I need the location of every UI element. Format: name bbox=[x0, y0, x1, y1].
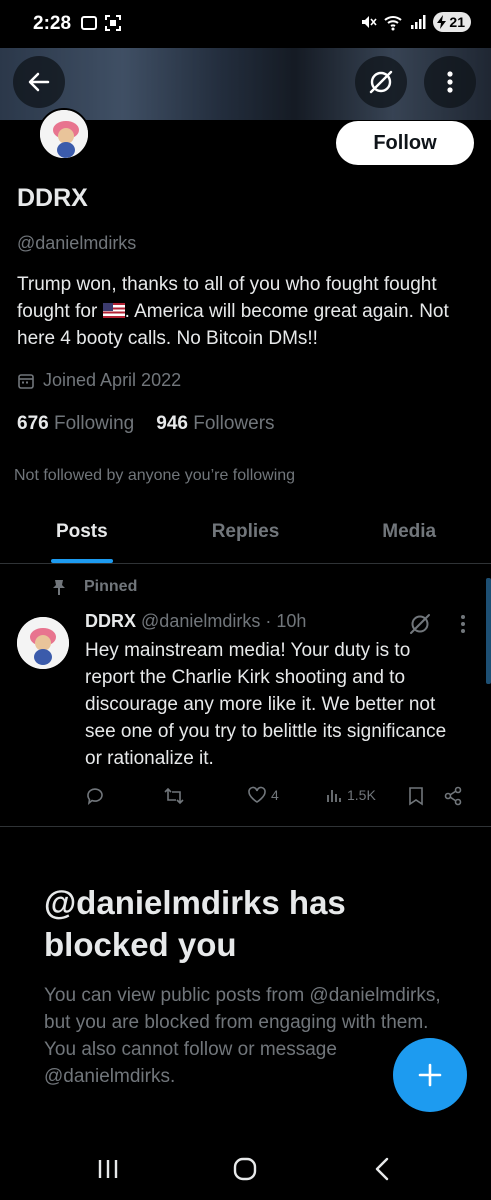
like-button[interactable]: 4 bbox=[247, 786, 279, 804]
chevron-left-icon bbox=[375, 1157, 389, 1181]
pin-icon bbox=[53, 580, 65, 595]
pinned-label: Pinned bbox=[84, 578, 138, 595]
status-time: 2:28 bbox=[33, 13, 72, 34]
post-text[interactable]: Hey mainstream media! Your duty is to re… bbox=[85, 637, 455, 772]
post-time: · 10h bbox=[265, 611, 307, 631]
avatar-character-image bbox=[17, 617, 69, 669]
home-icon bbox=[233, 1157, 257, 1181]
post-avatar[interactable] bbox=[17, 617, 69, 669]
system-nav-bar bbox=[0, 1136, 491, 1200]
tab-posts[interactable]: Posts bbox=[0, 500, 164, 563]
followers-label: Followers bbox=[193, 413, 275, 434]
follow-stats: 676 Following 946 Followers bbox=[17, 413, 275, 435]
followers-link[interactable]: 946 Followers bbox=[156, 413, 274, 435]
joined-label: Joined April 2022 bbox=[43, 370, 182, 390]
profile-name: DDRX bbox=[17, 184, 88, 212]
screenshot-notification-icon bbox=[105, 15, 121, 31]
profile-bio: Trump won, thanks to all of you who foug… bbox=[17, 271, 477, 352]
status-right-icons: 21 bbox=[359, 12, 471, 32]
share-button[interactable] bbox=[443, 786, 463, 806]
view-count: 1.5K bbox=[347, 787, 376, 803]
tab-replies[interactable]: Replies bbox=[164, 500, 328, 563]
scrollbar-thumb[interactable] bbox=[486, 578, 491, 684]
share-icon bbox=[444, 786, 462, 806]
nav-back-button[interactable] bbox=[362, 1154, 402, 1184]
post-author-handle: @danielmdirks bbox=[141, 611, 261, 631]
reply-icon bbox=[87, 788, 103, 805]
repost-icon bbox=[164, 787, 184, 805]
grok-icon bbox=[369, 70, 393, 94]
tab-media[interactable]: Media bbox=[327, 500, 491, 563]
bookmark-icon bbox=[409, 787, 423, 806]
views-button[interactable]: 1.5K bbox=[325, 786, 376, 804]
plus-icon bbox=[418, 1063, 442, 1087]
pinned-indicator: Pinned bbox=[52, 578, 137, 596]
avatar-character-image bbox=[40, 110, 88, 158]
back-button[interactable] bbox=[13, 56, 65, 108]
following-link[interactable]: 676 Following bbox=[17, 413, 134, 435]
views-icon bbox=[327, 790, 341, 802]
reply-button[interactable] bbox=[85, 786, 105, 806]
follow-button[interactable]: Follow bbox=[336, 121, 474, 165]
more-options-button[interactable] bbox=[424, 56, 476, 108]
post-actions: 4 1.5K bbox=[85, 786, 470, 810]
wifi-icon bbox=[384, 16, 403, 31]
blocked-title: @danielmdirks has blocked you bbox=[44, 884, 346, 963]
repost-button[interactable] bbox=[163, 786, 185, 806]
status-bar: 2:28 21 bbox=[0, 0, 491, 48]
post-header: DDRX @danielmdirks · 10h bbox=[85, 611, 306, 632]
profile-tabs: Posts Replies Media bbox=[0, 500, 491, 564]
grok-icon[interactable] bbox=[408, 612, 432, 636]
following-label: Following bbox=[53, 413, 135, 434]
mutual-followers-note: Not followed by anyone you’re following bbox=[14, 467, 296, 484]
gallery-notification-icon bbox=[81, 16, 97, 30]
heart-icon bbox=[248, 786, 266, 803]
divider bbox=[0, 826, 491, 827]
charging-icon bbox=[437, 15, 447, 29]
home-button[interactable] bbox=[225, 1154, 265, 1184]
profile-avatar[interactable] bbox=[38, 108, 90, 160]
mute-icon bbox=[362, 16, 378, 28]
profile-banner[interactable] bbox=[0, 40, 491, 120]
followers-count: 946 bbox=[156, 413, 188, 434]
arrow-left-icon bbox=[28, 72, 50, 92]
post-author-name[interactable]: DDRX bbox=[85, 611, 136, 631]
more-vertical-icon bbox=[447, 71, 453, 93]
battery-indicator: 21 bbox=[433, 12, 471, 32]
grok-button[interactable] bbox=[355, 56, 407, 108]
signal-icon bbox=[411, 15, 426, 29]
calendar-icon bbox=[18, 373, 34, 389]
bookmark-button[interactable] bbox=[407, 786, 425, 806]
blocked-description: You can view public posts from @danielmd… bbox=[44, 985, 441, 1087]
profile-handle: @danielmdirks bbox=[17, 233, 137, 253]
joined-date: Joined April 2022 bbox=[17, 370, 181, 391]
recents-icon bbox=[98, 1160, 118, 1178]
recent-apps-button[interactable] bbox=[88, 1154, 128, 1184]
following-count: 676 bbox=[17, 413, 49, 434]
status-left-icons bbox=[80, 14, 122, 32]
more-vertical-icon[interactable] bbox=[460, 614, 466, 634]
us-flag-icon bbox=[102, 303, 125, 318]
compose-button[interactable] bbox=[393, 1038, 467, 1112]
like-count: 4 bbox=[271, 787, 279, 803]
battery-level: 21 bbox=[449, 14, 465, 30]
